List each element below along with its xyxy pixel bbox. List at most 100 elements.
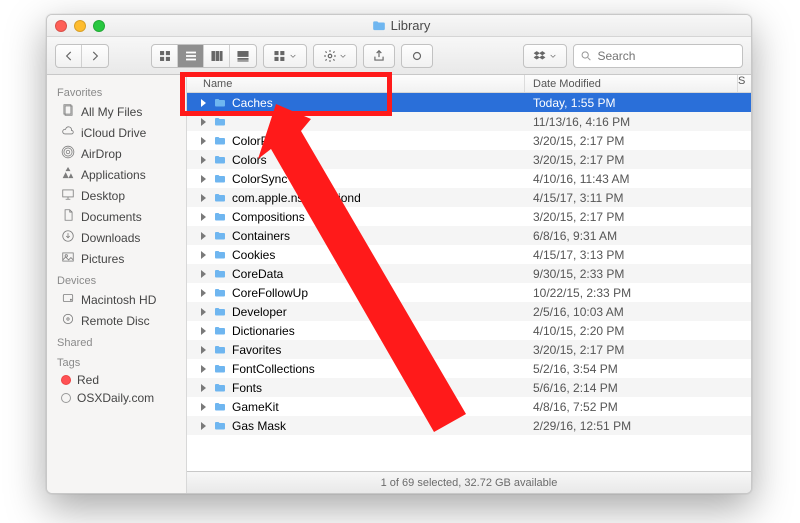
folder-icon xyxy=(212,382,228,394)
zoom-window-button[interactable] xyxy=(93,20,105,32)
disclosure-triangle-icon[interactable] xyxy=(201,289,206,297)
sidebar-item-label: OSXDaily.com xyxy=(77,391,154,405)
folder-icon xyxy=(212,230,228,242)
sidebar-item-red[interactable]: Red xyxy=(47,371,186,389)
sidebar-item-label: Remote Disc xyxy=(81,314,150,328)
file-row[interactable]: Favorites3/20/15, 2:17 PM xyxy=(187,340,751,359)
disclosure-triangle-icon[interactable] xyxy=(201,251,206,259)
disclosure-triangle-icon[interactable] xyxy=(201,346,206,354)
action-button[interactable] xyxy=(313,44,357,68)
column-date-modified[interactable]: Date Modified xyxy=(525,75,737,92)
file-row[interactable]: ColorSync4/10/16, 11:43 AM xyxy=(187,169,751,188)
disclosure-triangle-icon[interactable] xyxy=(201,384,206,392)
file-row[interactable]: Gas Mask2/29/16, 12:51 PM xyxy=(187,416,751,435)
disclosure-triangle-icon[interactable] xyxy=(201,156,206,164)
file-date: 3/20/15, 2:17 PM xyxy=(525,210,751,224)
file-row[interactable]: CachesToday, 1:55 PM xyxy=(187,93,751,112)
file-row[interactable]: Compositions 3/20/15, 2:17 PM xyxy=(187,207,751,226)
file-name: ColorSync xyxy=(232,172,287,186)
back-button[interactable] xyxy=(56,45,82,67)
disclosure-triangle-icon[interactable] xyxy=(201,403,206,411)
share-button[interactable] xyxy=(363,44,395,68)
folder-icon xyxy=(212,211,228,223)
sidebar-item-documents[interactable]: Documents xyxy=(47,206,186,227)
column-size[interactable]: S xyxy=(737,75,751,92)
sidebar-item-remote-disc[interactable]: Remote Disc xyxy=(47,310,186,331)
tags-button[interactable] xyxy=(401,44,433,68)
view-switcher xyxy=(151,44,257,68)
search-field[interactable] xyxy=(573,44,743,68)
disclosure-triangle-icon[interactable] xyxy=(201,308,206,316)
file-row[interactable]: 11/13/16, 4:16 PM xyxy=(187,112,751,131)
list-view-button[interactable] xyxy=(178,45,204,67)
dropbox-button[interactable] xyxy=(523,44,567,68)
disclosure-triangle-icon[interactable] xyxy=(201,213,206,221)
file-row[interactable]: Cookies4/15/17, 3:13 PM xyxy=(187,245,751,264)
file-row[interactable]: Fonts5/6/16, 2:14 PM xyxy=(187,378,751,397)
file-row[interactable]: Containers6/8/16, 9:31 AM xyxy=(187,226,751,245)
sidebar-item-applications[interactable]: Applications xyxy=(47,164,186,185)
airdrop-icon xyxy=(61,145,75,162)
file-date: 3/20/15, 2:17 PM xyxy=(525,343,751,357)
sidebar-item-airdrop[interactable]: AirDrop xyxy=(47,143,186,164)
file-row[interactable]: CoreFollowUp10/22/15, 2:33 PM xyxy=(187,283,751,302)
coverflow-view-button[interactable] xyxy=(230,45,256,67)
cloud-icon xyxy=(61,124,75,141)
folder-icon xyxy=(212,135,228,147)
search-icon xyxy=(580,49,592,63)
disclosure-triangle-icon[interactable] xyxy=(201,194,206,202)
disclosure-triangle-icon[interactable] xyxy=(201,137,206,145)
sidebar-item-osxdaily-com[interactable]: OSXDaily.com xyxy=(47,389,186,407)
search-input[interactable] xyxy=(597,49,736,63)
file-row[interactable]: ColorPick3/20/15, 2:17 PM xyxy=(187,131,751,150)
file-row[interactable]: GameKit4/8/16, 7:52 PM xyxy=(187,397,751,416)
file-row[interactable]: Developer2/5/16, 10:03 AM xyxy=(187,302,751,321)
sidebar[interactable]: FavoritesAll My FilesiCloud DriveAirDrop… xyxy=(47,75,187,493)
sidebar-item-label: All My Files xyxy=(81,105,142,119)
file-list[interactable]: CachesToday, 1:55 PM11/13/16, 4:16 PMCol… xyxy=(187,93,751,471)
close-window-button[interactable] xyxy=(55,20,67,32)
window-title-text: Library xyxy=(391,18,431,33)
file-row[interactable]: Dictionaries 4/10/15, 2:20 PM xyxy=(187,321,751,340)
disclosure-triangle-icon[interactable] xyxy=(201,99,206,107)
disclosure-triangle-icon[interactable] xyxy=(201,422,206,430)
file-name: CoreFollowUp xyxy=(232,286,308,300)
file-date: 5/6/16, 2:14 PM xyxy=(525,381,751,395)
finder-window: Library FavoritesAll My FilesiCloud Driv… xyxy=(46,14,752,494)
disclosure-triangle-icon[interactable] xyxy=(201,270,206,278)
sidebar-heading: Devices xyxy=(47,269,186,289)
folder-icon xyxy=(212,325,228,337)
sidebar-item-desktop[interactable]: Desktop xyxy=(47,185,186,206)
sidebar-item-pictures[interactable]: Pictures xyxy=(47,248,186,269)
file-row[interactable]: com.apple.nsu sessiond4/15/17, 3:11 PM xyxy=(187,188,751,207)
file-date: 4/10/15, 2:20 PM xyxy=(525,324,751,338)
disclosure-triangle-icon[interactable] xyxy=(201,118,206,126)
forward-button[interactable] xyxy=(82,45,108,67)
file-row[interactable]: CoreData9/30/15, 2:33 PM xyxy=(187,264,751,283)
sidebar-item-all-my-files[interactable]: All My Files xyxy=(47,101,186,122)
file-row[interactable]: Colors3/20/15, 2:17 PM xyxy=(187,150,751,169)
minimize-window-button[interactable] xyxy=(74,20,86,32)
disclosure-triangle-icon[interactable] xyxy=(201,327,206,335)
column-name[interactable]: Name xyxy=(187,75,525,92)
file-date: 4/15/17, 3:13 PM xyxy=(525,248,751,262)
status-bar: 1 of 69 selected, 32.72 GB available xyxy=(187,471,751,493)
sidebar-item-icloud-drive[interactable]: iCloud Drive xyxy=(47,122,186,143)
sidebar-item-macintosh-hd[interactable]: Macintosh HD xyxy=(47,289,186,310)
file-row[interactable]: FontCollections5/2/16, 3:54 PM xyxy=(187,359,751,378)
sidebar-item-downloads[interactable]: Downloads xyxy=(47,227,186,248)
file-name: Dictionaries xyxy=(232,324,295,338)
file-name: Developer xyxy=(232,305,287,319)
disclosure-triangle-icon[interactable] xyxy=(201,232,206,240)
file-date: 9/30/15, 2:33 PM xyxy=(525,267,751,281)
folder-icon xyxy=(212,268,228,280)
disclosure-triangle-icon[interactable] xyxy=(201,175,206,183)
file-name: Compositions xyxy=(232,210,305,224)
arrange-button[interactable] xyxy=(263,44,307,68)
gear-icon xyxy=(323,49,337,63)
titlebar[interactable]: Library xyxy=(47,15,751,37)
disclosure-triangle-icon[interactable] xyxy=(201,365,206,373)
sidebar-item-label: Pictures xyxy=(81,252,124,266)
column-view-button[interactable] xyxy=(204,45,230,67)
icon-view-button[interactable] xyxy=(152,45,178,67)
